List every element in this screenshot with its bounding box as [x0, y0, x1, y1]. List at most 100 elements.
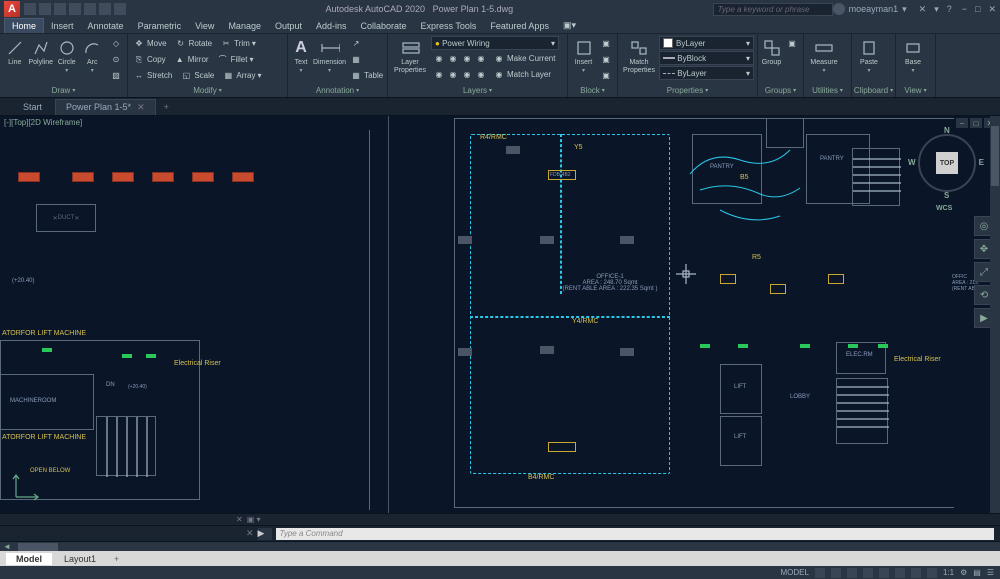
tab-home[interactable]: Home	[4, 18, 44, 33]
viewcube-s[interactable]: S	[944, 191, 949, 200]
panel-title-groups[interactable]: Groups	[761, 84, 800, 96]
status-model[interactable]: MODEL	[781, 568, 809, 577]
circle-tool[interactable]: Circle▾	[55, 35, 79, 74]
group-tool[interactable]: Group	[761, 35, 782, 67]
command-input[interactable]: Type a Command	[276, 528, 994, 540]
qat-undo-icon[interactable]	[99, 3, 111, 15]
viewcube-wcs[interactable]: WCS	[936, 205, 952, 212]
panel-title-modify[interactable]: Modify	[131, 84, 284, 96]
status-menu-icon[interactable]: ☰	[987, 568, 994, 577]
panel-title-annotation[interactable]: Annotation	[291, 84, 384, 96]
layouttab-model[interactable]: Model	[6, 553, 52, 565]
tab-collaborate[interactable]: Collaborate	[354, 19, 414, 33]
canvas-maximize[interactable]: □	[970, 118, 982, 128]
canvas-minimize[interactable]: −	[956, 118, 968, 128]
cmd-prompt-icon[interactable]: ▶	[258, 528, 272, 540]
paste-tool[interactable]: Paste▾	[855, 35, 883, 74]
viewcube-face[interactable]: TOP	[936, 152, 958, 174]
xref-inputs[interactable]: ▣ ▾	[247, 515, 261, 524]
filetab-start[interactable]: Start	[12, 99, 53, 115]
make-current-tool[interactable]: ◉Make Current	[491, 51, 557, 66]
viewcube-w[interactable]: W	[908, 158, 916, 167]
layer-dropdown[interactable]: ● Power Wiring▾	[431, 36, 559, 50]
user-menu[interactable]: moeayman1 ▾	[833, 3, 907, 15]
stretch-tool[interactable]: ↔Stretch	[131, 68, 174, 83]
block-ex3[interactable]: ▣	[598, 68, 614, 83]
base-tool[interactable]: Base▾	[899, 35, 927, 74]
block-ex1[interactable]: ▣	[598, 36, 614, 51]
layer-icons-row[interactable]: ◉◉◉◉	[431, 51, 489, 66]
ucs-icon[interactable]	[12, 471, 42, 501]
close-button[interactable]: ✕	[988, 4, 996, 15]
drawing-canvas[interactable]: [-][Top][2D Wireframe] − □ ✕ ✕ DUCT ✕ MA…	[0, 116, 1000, 513]
xref-close-icon[interactable]: ✕	[236, 515, 243, 524]
draw-extra-1[interactable]: ◇	[108, 36, 124, 51]
filetab-add[interactable]: +	[158, 100, 175, 114]
hscroll-thumb[interactable]	[18, 543, 58, 551]
match-layer-tool[interactable]: ◉Match Layer	[491, 67, 553, 82]
tab-insert[interactable]: Insert	[44, 19, 81, 33]
tab-expand-icon[interactable]: ▣▾	[556, 18, 583, 33]
panel-title-clipboard[interactable]: Clipboard	[855, 84, 892, 96]
rotate-tool[interactable]: ↻Rotate	[173, 36, 215, 51]
polyline-tool[interactable]: Polyline	[29, 35, 54, 67]
table-tool[interactable]: ▦Table	[348, 68, 385, 83]
group-ex[interactable]: ▣	[784, 36, 800, 51]
viewcube[interactable]: TOP N E S W WCS	[912, 128, 982, 198]
status-scale[interactable]: 1:1	[943, 568, 954, 577]
filetab-drawing[interactable]: Power Plan 1-5*✕	[55, 99, 156, 115]
cmd-close-icon[interactable]: ✕	[246, 528, 254, 539]
tab-addins[interactable]: Add-ins	[309, 19, 354, 33]
layouttab-add[interactable]: +	[108, 553, 125, 565]
match-properties-tool[interactable]: Match Properties	[621, 35, 657, 74]
status-expand-icon[interactable]: ▤	[973, 568, 981, 577]
search-input[interactable]: Type a keyword or phrase	[713, 3, 833, 16]
lineweight-dropdown[interactable]: ByBlock▾	[659, 51, 754, 65]
status-polar-icon[interactable]	[863, 568, 873, 578]
draw-extra-2[interactable]: ⊙	[108, 52, 124, 67]
viewcube-n[interactable]: N	[944, 126, 950, 135]
insert-tool[interactable]: Insert▾	[571, 35, 596, 74]
layer-icons-row2[interactable]: ◉◉◉◉	[431, 67, 489, 82]
tab-featuredapps[interactable]: Featured Apps	[483, 19, 556, 33]
qat-save-icon[interactable]	[54, 3, 66, 15]
line-tool[interactable]: Line	[3, 35, 27, 67]
status-otrack-icon[interactable]	[895, 568, 905, 578]
scale-tool[interactable]: ◱Scale	[178, 68, 216, 83]
copy-tool[interactable]: ⎘Copy	[131, 52, 168, 67]
panel-title-block[interactable]: Block	[571, 84, 614, 96]
qat-plot-icon[interactable]	[84, 3, 96, 15]
color-dropdown[interactable]: ByLayer▾	[659, 36, 754, 50]
leader-tool[interactable]: ↗	[348, 36, 385, 51]
viewcube-e[interactable]: E	[979, 158, 984, 167]
move-tool[interactable]: ✥Move	[131, 36, 169, 51]
qat-open-icon[interactable]	[39, 3, 51, 15]
tab-manage[interactable]: Manage	[221, 19, 268, 33]
mirror-tool[interactable]: ▲Mirror	[172, 52, 211, 67]
arc-tool[interactable]: Arc▾	[81, 35, 105, 74]
status-ortho-icon[interactable]	[847, 568, 857, 578]
fillet-tool[interactable]: ⌒Fillet▾	[215, 52, 256, 67]
app-logo[interactable]: A	[4, 1, 20, 17]
help-icon[interactable]: ?	[947, 4, 952, 15]
array-tool[interactable]: ▦Array▾	[220, 68, 263, 83]
status-grid-icon[interactable]	[815, 568, 825, 578]
tab-annotate[interactable]: Annotate	[81, 19, 131, 33]
qat-new-icon[interactable]	[24, 3, 36, 15]
panel-title-draw[interactable]: Draw	[3, 84, 124, 96]
panel-title-view[interactable]: View	[899, 84, 932, 96]
tab-output[interactable]: Output	[268, 19, 309, 33]
canvas-vscroll[interactable]	[990, 116, 1000, 513]
status-transparency-icon[interactable]	[927, 568, 937, 578]
linetype-dropdown[interactable]: ByLayer▾	[659, 66, 754, 80]
block-ex2[interactable]: ▣	[598, 52, 614, 67]
exchange-icon[interactable]: ✕	[919, 4, 927, 15]
help-dropdown-icon[interactable]: ▾	[934, 4, 939, 15]
measure-tool[interactable]: Measure▾	[807, 35, 841, 74]
status-snap-icon[interactable]	[831, 568, 841, 578]
status-lwt-icon[interactable]	[911, 568, 921, 578]
status-gear-icon[interactable]: ⚙	[960, 568, 967, 577]
maximize-button[interactable]: □	[975, 4, 980, 15]
close-icon[interactable]: ✕	[137, 102, 145, 112]
panel-title-layers[interactable]: Layers	[391, 84, 564, 96]
